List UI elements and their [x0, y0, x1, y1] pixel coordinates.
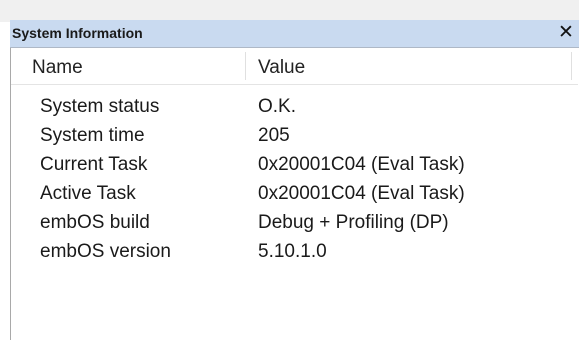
- column-divider[interactable]: [571, 52, 572, 80]
- row-value: Debug + Profiling (DP): [258, 212, 449, 233]
- table-row[interactable]: Current Task 0x20001C04 (Eval Task): [11, 154, 578, 183]
- info-table-panel: Name Value System status O.K. System tim…: [10, 48, 578, 340]
- window-title: System Information: [12, 25, 143, 41]
- table-row[interactable]: System time 205: [11, 125, 578, 154]
- table-row[interactable]: embOS version 5.10.1.0: [11, 241, 578, 270]
- system-information-window: System Information ✕ Name Value System s…: [0, 0, 579, 340]
- row-value: 0x20001C04 (Eval Task): [258, 183, 465, 204]
- row-name: System status: [40, 96, 160, 117]
- row-name: Active Task: [40, 183, 136, 204]
- column-divider[interactable]: [245, 52, 246, 80]
- row-name: System time: [40, 125, 145, 146]
- column-header-name[interactable]: Name: [32, 57, 83, 79]
- row-name: embOS version: [40, 241, 171, 262]
- table-header: Name Value: [11, 48, 578, 85]
- table-row[interactable]: Active Task 0x20001C04 (Eval Task): [11, 183, 578, 212]
- row-value: O.K.: [258, 96, 297, 117]
- table-row[interactable]: embOS build Debug + Profiling (DP): [11, 212, 578, 241]
- row-value: 0x20001C04 (Eval Task): [258, 154, 465, 175]
- top-strip: [0, 0, 579, 22]
- titlebar[interactable]: System Information ✕: [10, 20, 579, 48]
- column-header-value[interactable]: Value: [258, 57, 305, 79]
- row-value: 205: [258, 125, 290, 146]
- row-value: 5.10.1.0: [258, 241, 327, 262]
- table-row[interactable]: System status O.K.: [11, 96, 578, 125]
- row-name: embOS build: [40, 212, 150, 233]
- close-icon[interactable]: ✕: [557, 22, 575, 44]
- table-body: System status O.K. System time 205 Curre…: [11, 96, 578, 270]
- row-name: Current Task: [40, 154, 148, 175]
